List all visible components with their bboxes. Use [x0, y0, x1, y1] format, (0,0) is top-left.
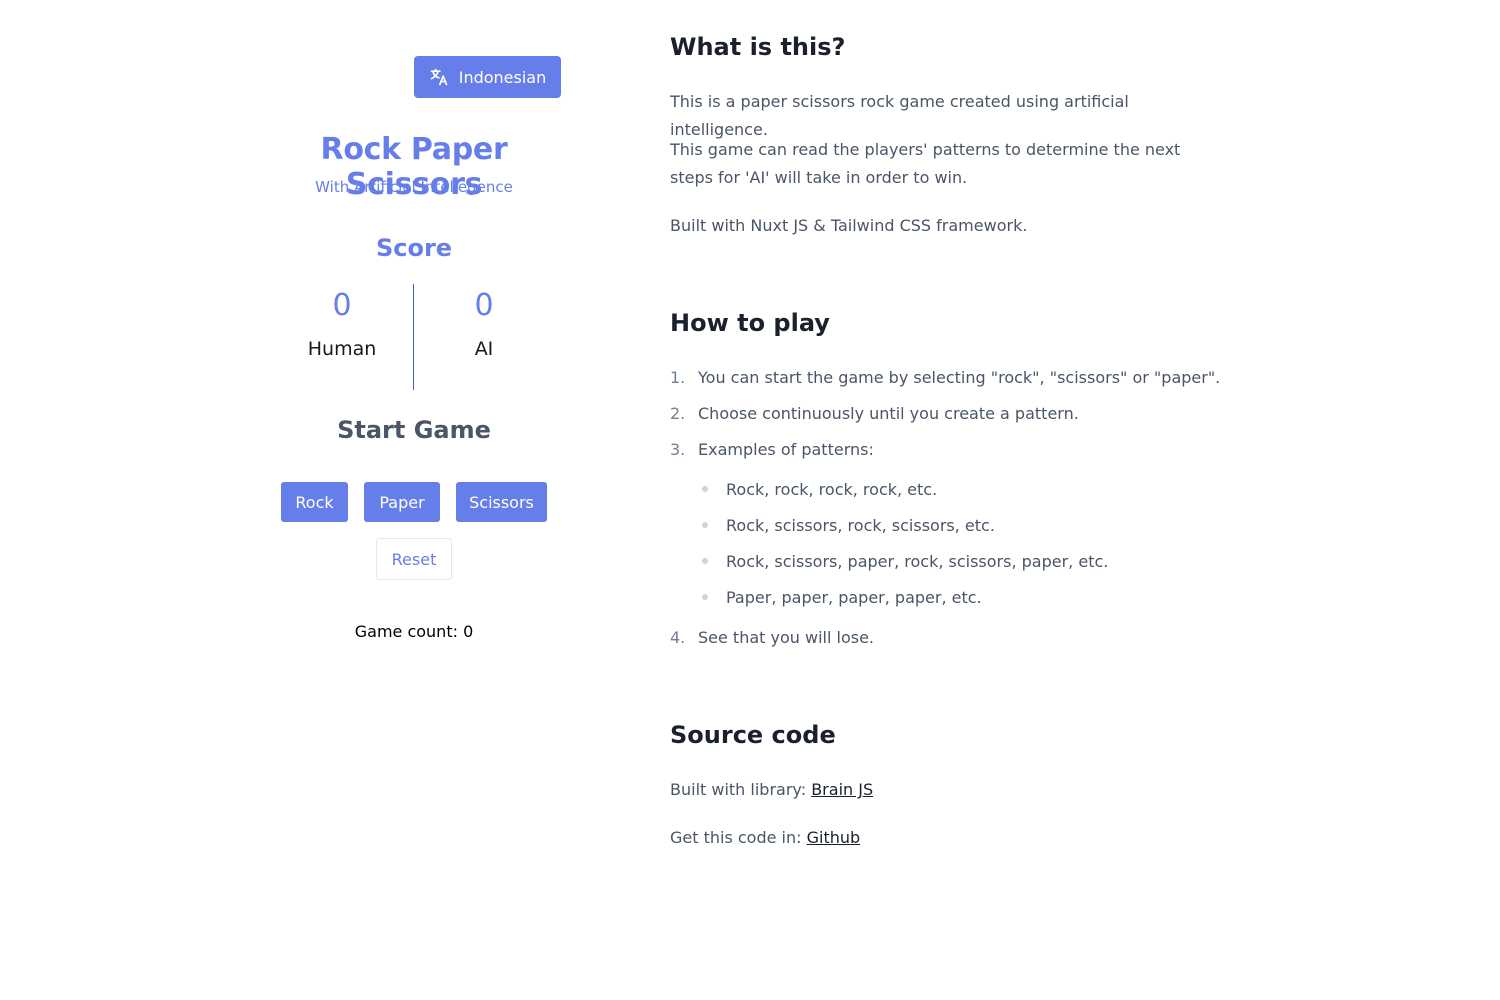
human-score-label: Human	[307, 338, 377, 360]
pattern-item: Rock, rock, rock, rock, etc.	[698, 478, 1250, 502]
step-item: 4. See that you will lose.	[670, 626, 1250, 650]
bullet-icon	[702, 557, 708, 564]
pattern-item: Paper, paper, paper, paper, etc.	[698, 586, 1250, 610]
step-item: 1. You can start the game by selecting "r…	[670, 366, 1250, 390]
step-text: See that you will lose.	[698, 628, 874, 647]
step-item: 2. Choose continuously until you create a…	[670, 402, 1250, 426]
scoreboard: 0 Human 0 AI	[260, 284, 568, 390]
paper-button[interactable]: Paper	[364, 482, 440, 522]
code-prefix: Get this code in:	[670, 828, 802, 847]
bullet-icon	[702, 521, 708, 528]
language-button[interactable]: Indonesian	[414, 56, 561, 98]
bullet-icon	[702, 485, 708, 492]
page: Indonesian Rock Paper Scissors With Arti…	[0, 0, 1500, 1000]
library-line: Built with library: Brain JS	[670, 776, 1230, 804]
pattern-item: Rock, scissors, rock, scissors, etc.	[698, 514, 1250, 538]
pattern-text: Rock, scissors, paper, rock, scissors, p…	[726, 552, 1109, 571]
score-title: Score	[375, 234, 453, 262]
about-heading: What is this?	[670, 33, 846, 61]
page-subtitle: With Artificial Intellegence	[315, 178, 513, 196]
github-link[interactable]: Github	[807, 828, 861, 847]
ai-score-column: 0 AI	[414, 284, 554, 362]
language-button-label: Indonesian	[458, 67, 547, 87]
scissors-button[interactable]: Scissors	[456, 482, 547, 522]
source-heading: Source code	[670, 721, 836, 749]
step-text: Choose continuously until you create a p…	[698, 404, 1079, 423]
about-paragraph-2: This game can read the players' patterns…	[670, 140, 1181, 187]
rock-button[interactable]: Rock	[281, 482, 348, 522]
about-paragraph-3: Built with Nuxt JS & Tailwind CSS framew…	[670, 216, 1028, 235]
ai-score-label: AI	[474, 338, 494, 360]
step-text: Examples of patterns:	[698, 440, 874, 459]
start-game-title: Start Game	[337, 416, 491, 444]
pattern-text: Rock, scissors, rock, scissors, etc.	[726, 516, 995, 535]
library-prefix: Built with library:	[670, 780, 807, 799]
brain-js-link[interactable]: Brain JS	[811, 780, 873, 799]
human-score-value: 0	[332, 288, 352, 323]
step-number: 3.	[670, 440, 686, 459]
step-text: You can start the game by selecting "roc…	[698, 368, 1221, 387]
reset-button[interactable]: Reset	[376, 538, 452, 580]
step-number: 1.	[670, 368, 686, 387]
step-item: 3. Examples of patterns:	[670, 438, 1250, 462]
ai-score-value: 0	[474, 288, 494, 323]
game-count: Game count: 0	[354, 622, 474, 641]
step-number: 2.	[670, 404, 686, 423]
human-score-column: 0 Human	[272, 284, 412, 362]
github-line: Get this code in: Github	[670, 824, 1230, 852]
bullet-icon	[702, 593, 708, 600]
translate-icon	[429, 67, 449, 87]
pattern-text: Paper, paper, paper, paper, etc.	[726, 588, 982, 607]
pattern-item: Rock, scissors, paper, rock, scissors, p…	[698, 550, 1250, 574]
pattern-text: Rock, rock, rock, rock, etc.	[726, 480, 938, 499]
step-number: 4.	[670, 628, 686, 647]
how-to-play-heading: How to play	[670, 309, 830, 337]
